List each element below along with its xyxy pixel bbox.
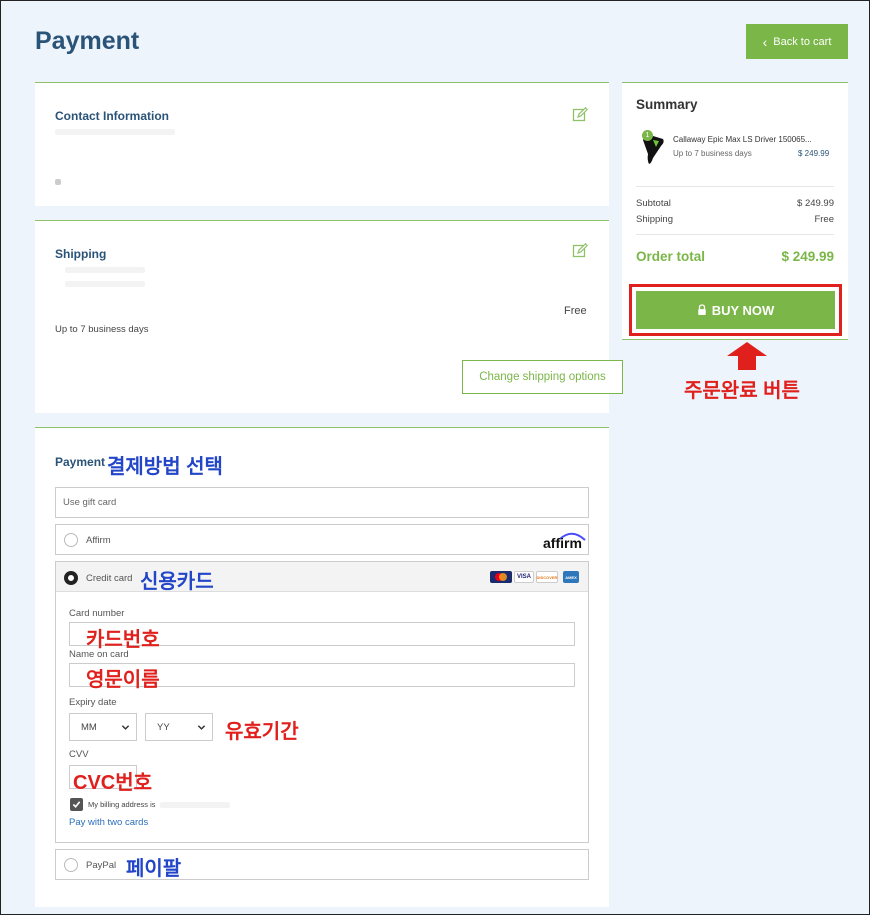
cvv-label: CVV <box>69 749 89 760</box>
credit-card-label: Credit card <box>86 573 133 584</box>
divider <box>636 234 834 235</box>
annotation-expiry: 유효기간 <box>225 721 299 743</box>
gift-card-placeholder: Use gift card <box>63 497 117 508</box>
subtotal-label: Subtotal <box>636 198 671 209</box>
order-total-value: $ 249.99 <box>781 249 834 264</box>
visa-icon: VISA <box>514 571 534 583</box>
buy-now-button[interactable]: BUY NOW <box>636 291 835 329</box>
payment-title: Payment <box>55 455 106 469</box>
contact-redacted-line <box>55 179 61 185</box>
expiry-year-select[interactable]: YY <box>145 713 213 741</box>
arrow-up-icon <box>727 342 767 370</box>
expiry-year-value: YY <box>157 721 170 733</box>
gift-card-input[interactable]: Use gift card <box>55 487 589 518</box>
annotation-cvv: CVC번호 <box>73 772 153 794</box>
edit-icon[interactable] <box>572 107 588 123</box>
expiry-date-label: Expiry date <box>69 697 117 708</box>
summary-title: Summary <box>636 97 698 112</box>
shipping-redacted-line <box>65 267 145 273</box>
shipping-redacted-line <box>65 281 145 287</box>
payment-option-paypal[interactable]: PayPal 페이팔 <box>55 849 589 880</box>
chevron-down-icon <box>121 725 130 730</box>
page: Payment ‹ Back to cart Contact Informati… <box>0 0 870 915</box>
buy-now-label: BUY NOW <box>711 302 775 318</box>
annotation-name: 영문이름 <box>86 669 160 691</box>
amex-icon: AMEX <box>563 571 579 583</box>
back-to-cart-label: Back to cart <box>773 35 832 48</box>
billing-redacted-line <box>160 802 230 808</box>
order-total-label: Order total <box>636 249 706 264</box>
card-number-label: Card number <box>69 608 125 619</box>
shipping-card: Shipping Free Up to 7 business days Chan… <box>35 220 623 413</box>
affirm-radio[interactable] <box>64 533 78 547</box>
annotation-card-number: 카드번호 <box>86 629 160 651</box>
check-icon <box>72 801 81 808</box>
annotation-buy-now: 주문완료 버튼 <box>684 380 800 402</box>
annotation-credit-card: 신용카드 <box>140 571 214 593</box>
edit-icon[interactable] <box>572 243 588 259</box>
billing-address-checkbox[interactable] <box>70 798 83 811</box>
pay-with-two-cards-link[interactable]: Pay with two cards <box>69 817 148 828</box>
page-title: Payment <box>35 27 140 55</box>
shipping-summary-value: Free <box>814 214 834 225</box>
annotation-paypal: 페이팔 <box>126 858 182 880</box>
credit-card-header[interactable]: Credit card 신용카드 VISA DISCOVER AMEX <box>56 562 588 593</box>
expiry-month-value: MM <box>81 721 97 733</box>
affirm-logo: affirm <box>542 528 588 552</box>
product-quantity-badge: 1 <box>642 130 653 141</box>
expiry-month-select[interactable]: MM <box>69 713 137 741</box>
subtotal-value: $ 249.99 <box>797 198 834 209</box>
shipping-title: Shipping <box>55 247 107 261</box>
lock-icon <box>697 304 706 315</box>
product-price: $ 249.99 <box>798 149 830 158</box>
payment-option-credit-card[interactable]: Credit card 신용카드 VISA DISCOVER AMEX Card… <box>55 561 589 843</box>
shipping-eta: Up to 7 business days <box>55 324 149 335</box>
payment-option-affirm[interactable]: Affirm affirm <box>55 524 589 555</box>
chevron-down-icon <box>197 725 206 730</box>
product-eta: Up to 7 business days <box>673 149 752 158</box>
contact-redacted-line <box>55 129 175 135</box>
divider <box>636 186 834 187</box>
change-shipping-button[interactable]: Change shipping options <box>462 360 623 394</box>
contact-title: Contact Information <box>55 109 169 123</box>
shipping-price: Free <box>564 305 587 317</box>
credit-card-radio[interactable] <box>64 571 78 585</box>
contact-card: Contact Information <box>35 82 609 206</box>
payment-card: Payment 결제방법 선택 Use gift card Affirm aff… <box>35 427 609 907</box>
affirm-logo-text: affirm <box>543 535 582 551</box>
buy-now-highlight: BUY NOW <box>629 284 842 336</box>
product-thumbnail: 1 <box>639 130 667 166</box>
name-on-card-label: Name on card <box>69 649 129 660</box>
back-to-cart-button[interactable]: ‹ Back to cart <box>746 24 848 59</box>
shipping-summary-label: Shipping <box>636 214 673 225</box>
product-name: Callaway Epic Max LS Driver 150065... <box>673 135 812 144</box>
affirm-label: Affirm <box>86 535 111 546</box>
paypal-label: PayPal <box>86 860 117 871</box>
mastercard-icon <box>490 571 512 583</box>
discover-icon: DISCOVER <box>536 571 558 583</box>
paypal-radio[interactable] <box>64 858 78 872</box>
billing-address-label: My billing address is <box>88 800 156 809</box>
annotation-payment-method: 결제방법 선택 <box>107 456 223 478</box>
chevron-left-icon: ‹ <box>762 33 768 50</box>
